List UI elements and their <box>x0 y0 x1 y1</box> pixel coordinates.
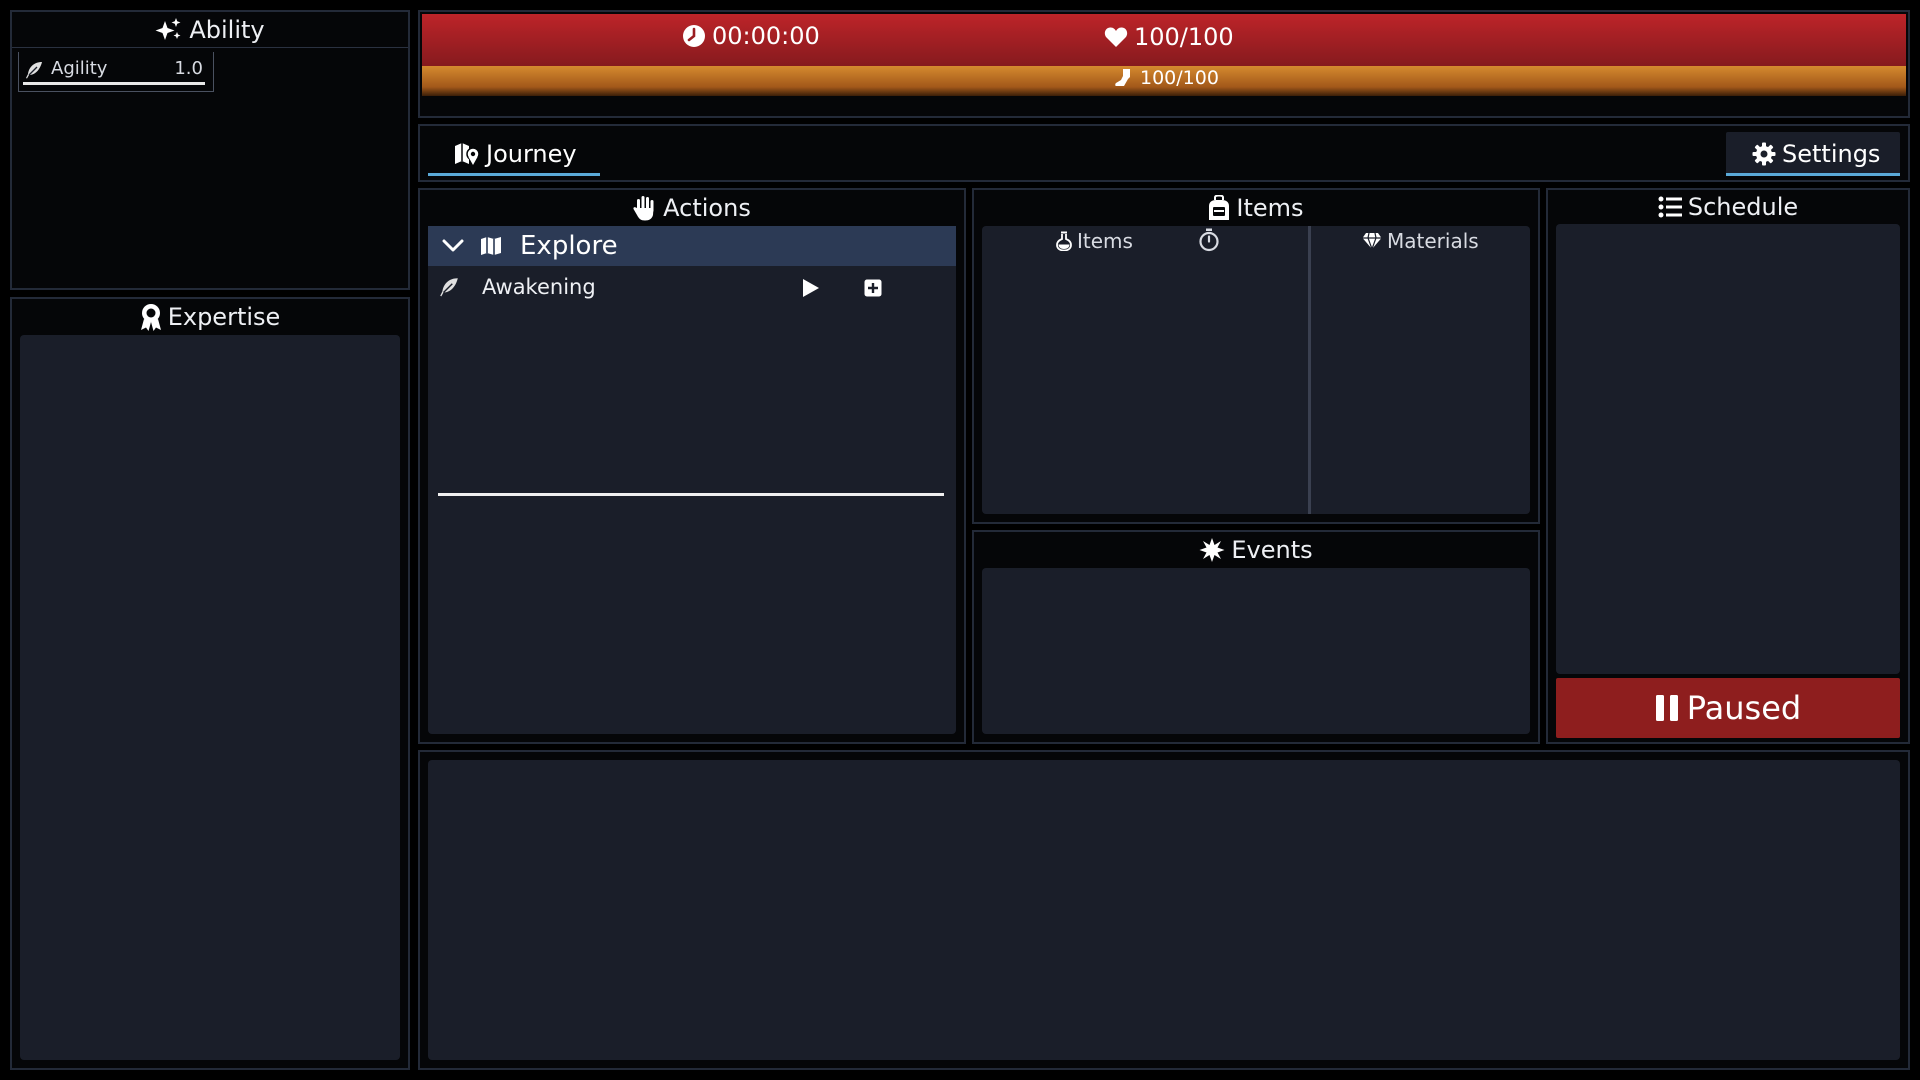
clock-icon <box>682 24 706 48</box>
events-panel: Events <box>972 530 1540 744</box>
expertise-title: Expertise <box>167 303 281 331</box>
actions-panel: Actions Explore Awakening <box>418 188 966 744</box>
feather-icon <box>438 276 460 298</box>
map-icon <box>480 236 502 256</box>
backpack-icon <box>1208 195 1230 221</box>
action-item-awakening[interactable]: Awakening <box>436 270 944 304</box>
heart-icon <box>1104 26 1128 48</box>
action-category-label: Explore <box>520 231 618 261</box>
schedule-title: Schedule <box>1687 193 1799 221</box>
expertise-header: Expertise <box>12 299 408 335</box>
bottom-panel <box>418 750 1910 1070</box>
stamina-value: 100/100 <box>1140 67 1219 89</box>
ability-item-value: 1.0 <box>174 58 203 79</box>
list-icon <box>1658 196 1682 218</box>
action-progress-bar <box>438 493 944 496</box>
timer: 00:00:00 <box>682 22 820 50</box>
flask-icon <box>1056 231 1072 251</box>
ability-title: Ability <box>189 15 265 44</box>
pause-button[interactable]: Paused <box>1556 678 1900 738</box>
tab-bar: Journey Settings <box>418 124 1910 182</box>
schedule-content <box>1556 224 1900 674</box>
add-to-schedule-icon[interactable] <box>864 279 882 297</box>
items-header: Items <box>974 190 1538 226</box>
actions-header: Actions <box>420 190 964 226</box>
actions-title: Actions <box>663 194 751 222</box>
action-category-explore[interactable]: Explore <box>428 226 956 266</box>
expertise-content <box>20 335 400 1060</box>
stamina-display: 100/100 <box>1114 67 1219 89</box>
tab-journey-label: Journey <box>486 140 577 168</box>
tab-settings-label: Settings <box>1782 140 1881 168</box>
tab-settings[interactable]: Settings <box>1726 132 1900 176</box>
action-item-label: Awakening <box>482 275 596 299</box>
items-content <box>982 226 1530 514</box>
pause-icon <box>1655 694 1679 722</box>
tab-settings-underline <box>1726 173 1900 176</box>
timer-value: 00:00:00 <box>712 22 820 50</box>
ability-progress-bar <box>23 82 205 85</box>
events-content <box>982 568 1530 734</box>
events-title: Events <box>1231 536 1313 564</box>
schedule-panel: Schedule Paused <box>1546 188 1910 744</box>
items-column-label: Items <box>1077 229 1133 253</box>
chevron-down-icon[interactable] <box>442 239 464 253</box>
health-value: 100/100 <box>1134 23 1234 51</box>
schedule-header: Schedule <box>1548 190 1908 224</box>
timer-reset-icon[interactable] <box>1198 228 1220 252</box>
items-panel: Items Items Materials <box>972 188 1540 524</box>
materials-column-header[interactable]: Materials <box>1362 226 1479 256</box>
map-marker-icon <box>454 142 480 166</box>
stats-panel: 00:00:00 100/100 100/100 <box>418 10 1910 118</box>
burst-icon <box>1199 537 1225 563</box>
feather-icon <box>24 60 44 80</box>
ability-item-agility[interactable]: Agility 1.0 <box>18 52 214 92</box>
items-divider <box>1308 226 1311 514</box>
items-title: Items <box>1236 194 1304 222</box>
items-column-header[interactable]: Items <box>1056 226 1133 256</box>
materials-column-label: Materials <box>1387 229 1479 253</box>
health-display: 100/100 <box>1104 23 1234 51</box>
ability-item-label: Agility <box>51 58 108 79</box>
gem-icon <box>1362 232 1382 250</box>
bottom-content <box>428 760 1900 1060</box>
tab-journey[interactable]: Journey <box>428 132 600 176</box>
expertise-panel: Expertise <box>10 297 410 1070</box>
gear-icon <box>1752 142 1776 166</box>
hand-icon <box>633 195 657 221</box>
award-icon <box>140 303 162 331</box>
pause-button-label: Paused <box>1686 689 1802 727</box>
events-header: Events <box>974 532 1538 568</box>
tab-journey-underline <box>428 173 600 176</box>
sparkles-icon <box>155 17 183 43</box>
ability-header: Ability <box>12 12 408 48</box>
play-icon[interactable] <box>802 278 820 298</box>
boot-icon <box>1114 68 1134 88</box>
ability-panel: Ability Agility 1.0 <box>10 10 410 290</box>
